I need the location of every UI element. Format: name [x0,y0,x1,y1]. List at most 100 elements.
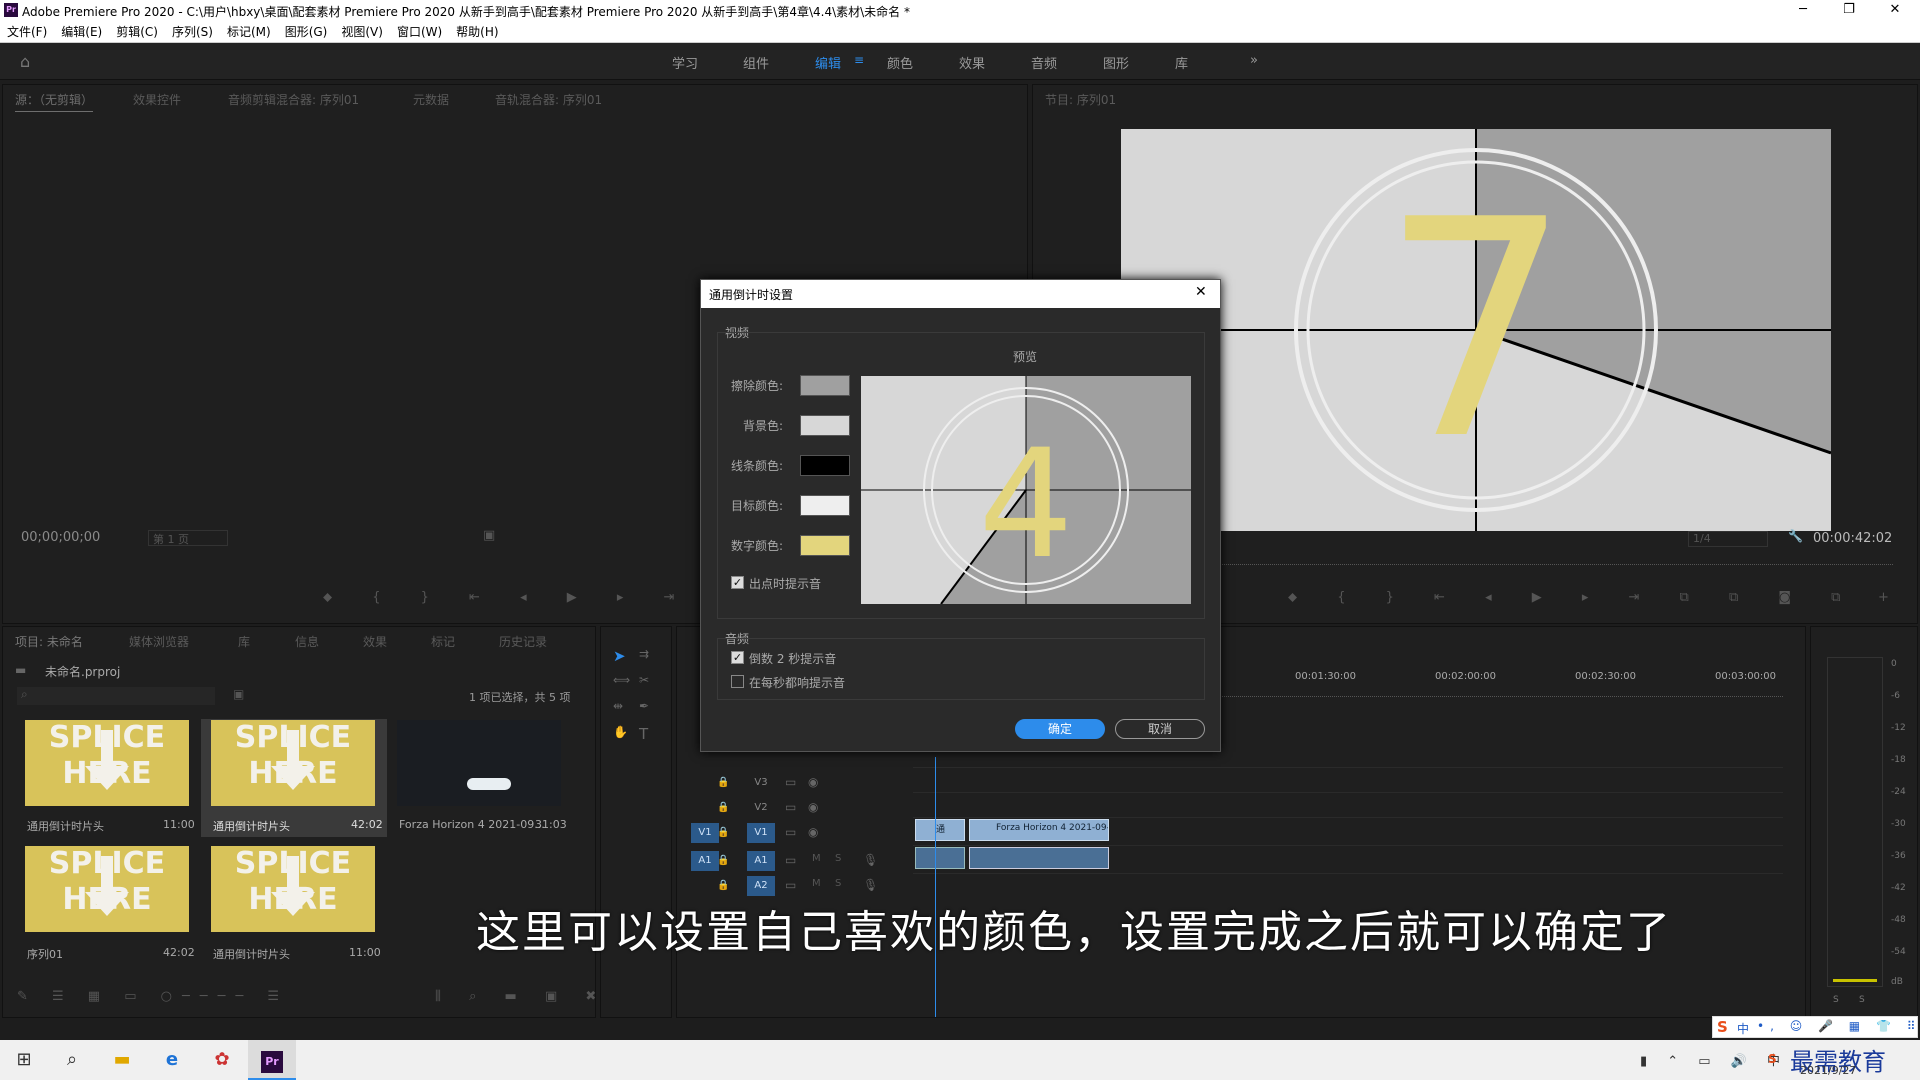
menu-help[interactable]: 帮助(H) [449,22,505,42]
tab-track-mixer[interactable]: 音轨混合器: 序列01 [495,91,602,108]
track-label-a1[interactable]: A1 [747,851,775,871]
countdown-clip-v1[interactable]: 通 [915,819,965,841]
safe-margins-icon[interactable]: ▣ [483,528,495,543]
project-bottom-actions[interactable]: ⫼ ⌕ ▬ ▣ ✖ [435,989,608,1004]
sync-icon[interactable]: ▭ [785,878,796,892]
solo-button[interactable]: S [835,853,841,864]
workspace-graphics[interactable]: 图形 [1103,53,1129,72]
sogou-tray-icon[interactable]: S [1768,1052,1777,1066]
ime-mode[interactable]: 中 [1737,1020,1749,1037]
minimize-button[interactable]: ─ [1780,0,1826,22]
workspace-effects[interactable]: 效果 [959,53,985,72]
menu-graphics[interactable]: 图形(G) [278,22,335,42]
restore-button[interactable]: ❐ [1826,0,1872,22]
project-item-1[interactable]: SPLICE HERE 通用倒计时片头 11:00 [25,720,195,833]
tab-info[interactable]: 信息 [295,633,319,650]
search-icon[interactable]: ⌕ [48,1040,96,1080]
program-scrub-ruler[interactable] [1213,557,1893,565]
cue-every-sec-checkbox[interactable] [731,675,744,688]
program-transport-controls[interactable]: ⬥ { } ⇤ ◂ ▶ ▸ ⇥ ⧉ ⧉ ◙ ⧉ [1288,590,1858,605]
workspace-color[interactable]: 颜色 [887,53,913,72]
cue-2sec-checkbox[interactable]: ✓ [731,651,744,664]
track-label-v1[interactable]: V1 [747,823,775,843]
sync-icon[interactable]: ▭ [785,800,796,814]
timeline-ruler[interactable] [1217,689,1783,697]
menu-clip[interactable]: 剪辑(C) [109,22,165,42]
menu-sequence[interactable]: 序列(S) [165,22,220,42]
sync-icon[interactable]: ▭ [785,775,796,789]
video-clip-v1[interactable]: Forza Horizon 4 2021-09-1 [969,819,1109,841]
track-label-v2[interactable]: V2 [747,798,775,818]
file-explorer-icon[interactable]: ▬ [98,1040,146,1080]
razor-tool-icon[interactable]: ✂ [639,673,649,687]
mic-icon[interactable]: 🎙 [863,853,878,867]
line-color-swatch[interactable] [800,455,850,476]
menu-markers[interactable]: 标记(M) [220,22,278,42]
wrench-icon[interactable]: 🔧 [1788,529,1803,543]
project-item-2-selected[interactable]: SPLICE HERE 通用倒计时片头 42:02 [201,719,387,837]
app-icon[interactable]: ✿ [198,1040,246,1080]
tab-project[interactable]: 项目: 未命名 [15,633,83,650]
source-timecode[interactable]: 00;00;00;00 [21,530,100,545]
tab-audio-clip-mixer[interactable]: 音频剪辑混合器: 序列01 [228,91,359,108]
dialog-close-icon[interactable]: ✕ [1195,284,1207,300]
add-button-icon[interactable]: + [1878,590,1889,605]
track-label-a2[interactable]: A2 [747,876,775,896]
workspace-libraries[interactable]: 库 [1175,53,1188,72]
tab-effects[interactable]: 效果 [363,633,387,650]
home-icon[interactable]: ⌂ [20,52,30,71]
lock-icon[interactable]: 🔒 [717,777,729,788]
tab-media-browser[interactable]: 媒体浏览器 [129,633,189,650]
lock-icon[interactable]: 🔒 [717,880,729,891]
menu-window[interactable]: 窗口(W) [390,22,449,42]
tab-metadata[interactable]: 元数据 [413,91,449,108]
mute-button[interactable]: M [812,853,821,864]
project-search-input[interactable]: ⌕ [17,687,215,705]
workspace-menu-icon[interactable]: ≡ [854,53,864,67]
ok-button[interactable]: 确定 [1015,719,1105,739]
selection-tool-icon[interactable]: ➤ [613,647,626,665]
solo-button[interactable]: S [835,878,841,889]
lock-icon[interactable]: 🔒 [717,855,729,866]
mute-button[interactable]: M [812,878,821,889]
cancel-button[interactable]: 取消 [1115,719,1205,739]
source-patch-a1[interactable]: A1 [691,851,719,871]
project-item-3[interactable]: Forza Horizon 4 2021-09... 31:03 [397,720,567,831]
eye-icon[interactable]: ◉ [808,775,818,789]
workspace-more[interactable]: » [1250,53,1258,68]
eye-icon[interactable]: ◉ [808,800,818,814]
meter-solo-left[interactable]: S [1833,995,1839,1005]
menu-file[interactable]: 文件(F) [0,22,54,42]
eye-icon[interactable]: ◉ [808,825,818,839]
page-select[interactable]: 第 1 页 [148,530,228,546]
start-icon[interactable]: ⊞ [0,1040,48,1080]
mic-icon[interactable]: 🎙 [863,878,878,892]
meter-solo-right[interactable]: S [1859,995,1865,1005]
project-item-5[interactable]: SPLICE HERE 通用倒计时片头 11:00 [211,846,381,961]
type-tool-icon[interactable]: T [639,725,648,743]
close-window-button[interactable]: ✕ [1872,0,1918,22]
playhead[interactable] [935,757,936,1017]
tab-program[interactable]: 节目: 序列01 [1045,91,1116,108]
cue-at-out-checkbox[interactable]: ✓ [731,576,744,589]
lock-icon[interactable]: 🔒 [717,802,729,813]
tab-libraries[interactable]: 库 [238,633,250,650]
premiere-taskbar-icon[interactable]: Pr [248,1040,296,1080]
bg-color-swatch[interactable] [800,415,850,436]
sync-icon[interactable]: ▭ [785,825,796,839]
target-color-swatch[interactable] [800,495,850,516]
tab-source[interactable]: 源：（无剪辑） [15,91,94,112]
lock-icon[interactable]: 🔒 [717,827,729,838]
program-timecode[interactable]: 00:00:42:02 [1813,531,1892,546]
audio-clip-a1[interactable] [969,847,1109,869]
sogou-icon[interactable]: S [1717,1018,1728,1036]
ripple-edit-tool-icon[interactable]: ⟺ [613,673,630,687]
slip-tool-icon[interactable]: ⇹ [613,699,623,713]
sync-icon[interactable]: ▭ [785,853,796,867]
project-item-4[interactable]: SPLICE HERE 序列01 42:02 [25,846,195,961]
menu-view[interactable]: 视图(V) [334,22,390,42]
tab-effect-controls[interactable]: 效果控件 [133,91,181,108]
workspace-assembly[interactable]: 组件 [743,53,769,72]
tab-markers[interactable]: 标记 [431,633,455,650]
track-label-v3[interactable]: V3 [747,773,775,793]
